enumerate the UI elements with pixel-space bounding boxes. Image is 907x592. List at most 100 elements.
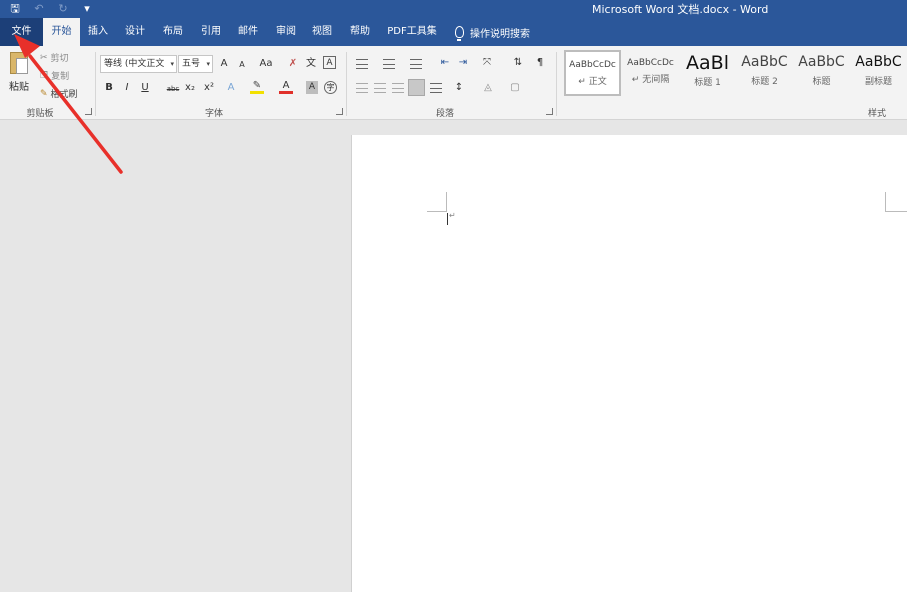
style-heading-1[interactable]: AaBl 标题 1 bbox=[679, 50, 736, 96]
group-divider bbox=[346, 52, 347, 116]
group-divider bbox=[556, 52, 557, 116]
margin-corner-mark bbox=[885, 192, 907, 212]
phonetic-guide-icon[interactable]: 文 bbox=[304, 56, 318, 72]
style-title[interactable]: AaBbC 标题 bbox=[793, 50, 850, 96]
justify-button[interactable] bbox=[408, 79, 425, 96]
distributed-icon[interactable] bbox=[430, 83, 442, 93]
style-name: 标题 2 bbox=[751, 77, 778, 87]
chinese-layout-icon[interactable]: ⤧ bbox=[480, 55, 494, 71]
show-marks-icon[interactable]: ¶ bbox=[533, 55, 547, 71]
multilevel-list-icon[interactable] bbox=[410, 59, 422, 69]
tab-help[interactable]: 帮助 bbox=[344, 18, 376, 46]
increase-indent-icon[interactable]: ⇥ bbox=[456, 55, 470, 71]
tab-design[interactable]: 设计 bbox=[119, 18, 151, 46]
italic-button[interactable]: I bbox=[120, 80, 134, 96]
numbering-icon[interactable] bbox=[383, 59, 395, 69]
document-page[interactable]: ↵ bbox=[351, 135, 907, 592]
style-sample: AaBl bbox=[686, 52, 729, 74]
chevron-down-icon: ▾ bbox=[206, 60, 210, 68]
customize-qat-icon[interactable]: ▾ bbox=[80, 2, 94, 16]
font-group-label: 字体 bbox=[204, 109, 223, 119]
font-color-button[interactable]: A bbox=[279, 80, 293, 94]
clipboard-group-label: 剪贴板 bbox=[26, 109, 54, 119]
redo-icon[interactable]: ↻ bbox=[56, 2, 70, 16]
style-name: ↵ 无间隔 bbox=[631, 75, 670, 85]
change-case-button[interactable]: Aa bbox=[256, 56, 276, 72]
tab-pdf-tools[interactable]: PDF工具集 bbox=[384, 18, 440, 46]
tell-me-label: 操作说明搜索 bbox=[470, 28, 530, 40]
ribbon-home: 粘贴 ✂ 剪切 ❐ 复制 ✎ 格式刷 剪贴板 等线 (中文正文 ▾ 五号 ▾ A… bbox=[0, 46, 907, 120]
style-name: 副标题 bbox=[864, 77, 892, 87]
cut-label: 剪切 bbox=[50, 54, 69, 64]
paragraph-mark-icon: ↵ bbox=[449, 211, 456, 220]
style-sample: AaBbCcDc bbox=[627, 58, 674, 68]
text-effects-icon[interactable]: A bbox=[224, 80, 238, 96]
align-center-icon[interactable] bbox=[374, 83, 386, 93]
copy-button[interactable]: ❐ 复制 bbox=[40, 69, 70, 83]
align-right-icon[interactable] bbox=[392, 83, 404, 93]
font-name-combo[interactable]: 等线 (中文正文 ▾ bbox=[100, 55, 177, 73]
bullets-icon[interactable] bbox=[356, 59, 368, 69]
borders-icon[interactable]: ▢ bbox=[508, 80, 522, 96]
shrink-font-button[interactable]: A bbox=[235, 57, 249, 73]
style-heading-2[interactable]: AaBbC 标题 2 bbox=[736, 50, 793, 96]
scissors-icon: ✂ bbox=[40, 52, 48, 63]
style-no-spacing[interactable]: AaBbCcDc ↵ 无间隔 bbox=[622, 50, 679, 96]
underline-button[interactable]: U bbox=[138, 80, 152, 96]
cut-button[interactable]: ✂ 剪切 bbox=[40, 51, 69, 65]
lightbulb-icon bbox=[455, 26, 464, 41]
font-size-combo[interactable]: 五号 ▾ bbox=[178, 55, 213, 73]
save-icon[interactable]: 🖫 bbox=[8, 2, 22, 16]
grow-font-button[interactable]: A bbox=[217, 56, 231, 72]
undo-icon[interactable]: ↶ bbox=[32, 2, 46, 16]
clear-format-icon[interactable]: ✗ bbox=[286, 56, 300, 72]
tab-mailings[interactable]: 邮件 bbox=[232, 18, 264, 46]
enclose-char-button[interactable]: 字 bbox=[324, 81, 337, 94]
highlight-icon[interactable]: ✎ bbox=[250, 80, 264, 94]
tab-view[interactable]: 视图 bbox=[306, 18, 338, 46]
quick-access-toolbar: 🖫 ↶ ↻ ▾ bbox=[8, 2, 94, 16]
style-sample: AaBbC bbox=[855, 54, 902, 70]
paste-button[interactable]: 粘贴 bbox=[6, 50, 32, 93]
font-name-value: 等线 (中文正文 bbox=[104, 59, 165, 69]
subscript-button[interactable]: x₂ bbox=[183, 80, 197, 96]
copy-icon: ❐ bbox=[40, 70, 49, 81]
chevron-down-icon: ▾ bbox=[170, 60, 174, 68]
strikethrough-button[interactable]: abc bbox=[164, 81, 182, 97]
style-normal[interactable]: AaBbCcDc ↵ 正文 bbox=[564, 50, 621, 96]
char-shading-button[interactable]: A bbox=[306, 81, 318, 94]
tell-me-search[interactable]: 操作说明搜索 bbox=[455, 18, 530, 46]
paste-label: 粘贴 bbox=[9, 82, 29, 93]
paragraph-group-label: 段落 bbox=[435, 109, 454, 119]
font-launcher-icon[interactable] bbox=[336, 108, 343, 115]
title-bar: 🖫 ↶ ↻ ▾ Microsoft Word 文档.docx - Word bbox=[0, 0, 907, 18]
styles-gallery: AaBbCcDc ↵ 正文 AaBbCcDc ↵ 无间隔 AaBl 标题 1 A… bbox=[563, 50, 907, 102]
document-area[interactable]: ↵ bbox=[0, 120, 907, 592]
style-name: 标题 bbox=[812, 77, 831, 87]
tab-review[interactable]: 审阅 bbox=[270, 18, 302, 46]
align-left-icon[interactable] bbox=[356, 83, 368, 93]
superscript-button[interactable]: x² bbox=[202, 80, 216, 96]
clipboard-launcher-icon[interactable] bbox=[85, 108, 92, 115]
style-sample: AaBbCcDc bbox=[569, 60, 616, 70]
paste-icon bbox=[10, 52, 28, 74]
tab-layout[interactable]: 布局 bbox=[157, 18, 189, 46]
style-name: 标题 1 bbox=[694, 78, 721, 88]
bold-button[interactable]: B bbox=[102, 80, 116, 96]
tab-references[interactable]: 引用 bbox=[195, 18, 227, 46]
line-spacing-icon[interactable]: ↕ bbox=[452, 80, 466, 96]
group-divider bbox=[95, 52, 96, 116]
copy-label: 复制 bbox=[51, 72, 70, 82]
margin-corner-mark bbox=[427, 192, 447, 212]
style-sample: AaBbC bbox=[741, 54, 788, 70]
decrease-indent-icon[interactable]: ⇤ bbox=[438, 55, 452, 71]
sort-icon[interactable]: ⇅ bbox=[511, 55, 525, 71]
style-subtitle[interactable]: AaBbC 副标题 bbox=[850, 50, 907, 96]
char-border-icon[interactable]: A bbox=[323, 56, 336, 69]
paragraph-launcher-icon[interactable] bbox=[546, 108, 553, 115]
tab-file[interactable]: 文件 bbox=[0, 18, 43, 46]
tab-home[interactable]: 开始 bbox=[43, 18, 80, 46]
shading-icon[interactable]: ◬ bbox=[481, 80, 495, 96]
format-painter-button[interactable]: ✎ 格式刷 bbox=[40, 87, 78, 101]
tab-insert[interactable]: 插入 bbox=[82, 18, 114, 46]
